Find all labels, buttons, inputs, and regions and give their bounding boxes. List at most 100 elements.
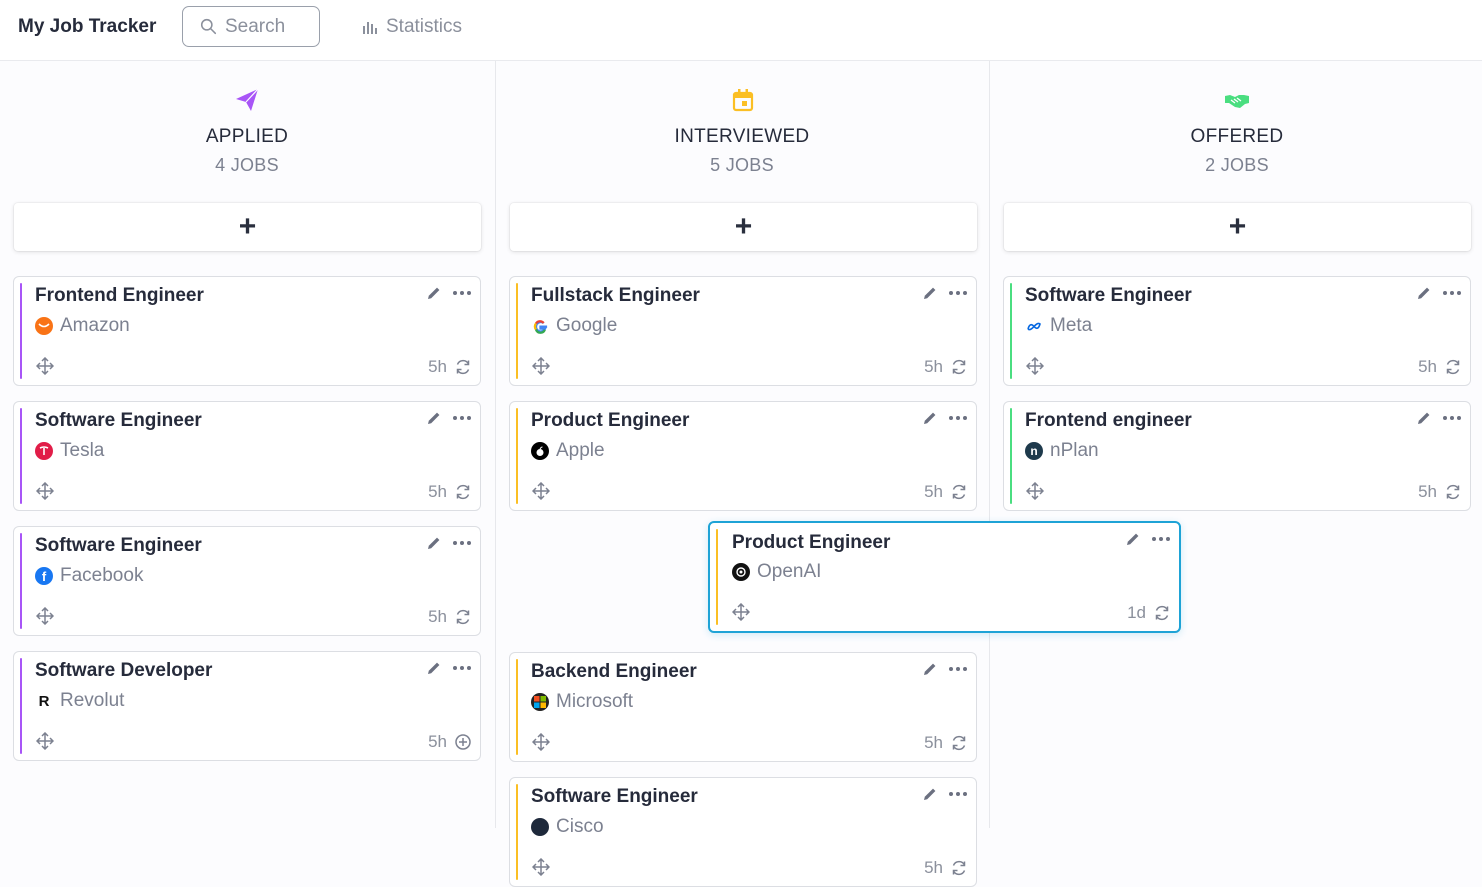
plus-circle-icon[interactable] [454,733,472,751]
drag-handle-icon[interactable] [731,602,751,622]
edit-icon[interactable] [426,285,442,301]
refresh-icon[interactable] [950,734,968,752]
add-job-button[interactable]: + [14,203,481,251]
edit-icon[interactable] [426,410,442,426]
drag-handle-icon[interactable] [35,481,55,501]
move-handle[interactable] [35,606,55,630]
card-actions [922,285,968,301]
more-options-icon[interactable] [452,540,472,546]
move-handle[interactable] [531,732,551,756]
drag-handle-icon[interactable] [35,356,55,376]
time-label: 1d [1127,603,1146,622]
move-handle[interactable] [35,481,55,505]
edit-icon[interactable] [1416,410,1432,426]
search-box[interactable] [182,6,320,47]
more-options-icon[interactable] [948,290,968,296]
move-handle[interactable] [531,857,551,881]
job-card[interactable]: Backend Engineer Microsoft 5h [509,652,977,762]
more-options-icon[interactable] [452,665,472,671]
job-card[interactable]: Frontend Engineer Amazon 5h [13,276,481,386]
move-handle[interactable] [35,356,55,380]
drag-handle-icon[interactable] [35,606,55,626]
status-bar [516,659,518,755]
job-card[interactable]: Software Developer R Revolut 5h [13,651,481,761]
add-job-button[interactable]: + [1004,203,1471,251]
time-ago: 5h [428,482,472,502]
job-title: Software Engineer [35,535,202,556]
job-card[interactable]: Software Engineer Meta 5h [1003,276,1471,386]
job-card[interactable]: Fullstack Engineer Google 5h [509,276,977,386]
move-handle[interactable] [1025,356,1045,380]
job-card[interactable]: Software Engineer Cisco 5h [509,777,977,887]
edit-icon[interactable] [1416,285,1432,301]
job-title: Software Engineer [531,786,698,807]
edit-icon[interactable] [426,660,442,676]
refresh-icon[interactable] [950,483,968,501]
edit-icon[interactable] [922,410,938,426]
more-options-icon[interactable] [948,415,968,421]
edit-icon[interactable] [1125,531,1141,547]
move-handle[interactable] [531,481,551,505]
time-label: 5h [924,733,943,752]
drag-handle-icon[interactable] [1025,481,1045,501]
move-handle[interactable] [1025,481,1045,505]
refresh-icon[interactable] [950,859,968,877]
job-card[interactable]: Software Engineer f Facebook 5h [13,526,481,636]
search-icon [200,18,217,35]
more-options-icon[interactable] [452,415,472,421]
move-handle[interactable] [731,602,751,626]
plus-icon: + [734,210,753,243]
drag-handle-icon[interactable] [1025,356,1045,376]
refresh-icon[interactable] [454,483,472,501]
card-actions [426,410,472,426]
company: Apple [531,440,605,462]
company-name: nPlan [1050,440,1099,461]
drag-handle-icon[interactable] [531,481,551,501]
refresh-icon[interactable] [454,358,472,376]
statistics-link[interactable]: Statistics [362,16,462,38]
more-options-icon[interactable] [1442,290,1462,296]
job-card-dragging[interactable]: Product Engineer OpenAI 1d [708,521,1181,633]
job-card[interactable]: Product Engineer Apple 5h [509,401,977,511]
paper-plane-icon [236,88,259,111]
refresh-icon[interactable] [1444,358,1462,376]
cisco-logo [531,818,549,836]
drag-handle-icon[interactable] [531,857,551,877]
more-options-icon[interactable] [948,791,968,797]
refresh-icon[interactable] [454,608,472,626]
card-actions [1416,410,1462,426]
refresh-icon[interactable] [950,358,968,376]
drag-handle-icon[interactable] [531,356,551,376]
status-bar [516,784,518,880]
meta-logo [1025,317,1043,335]
edit-icon[interactable] [922,661,938,677]
nplan-logo: n [1025,442,1043,460]
status-bar [1010,283,1012,379]
company-name: OpenAI [757,561,822,582]
company-name: Facebook [60,565,144,586]
more-options-icon[interactable] [1151,536,1171,542]
add-job-button[interactable]: + [510,203,977,251]
company: Meta [1025,315,1092,337]
search-input[interactable] [225,15,305,38]
drag-handle-icon[interactable] [35,731,55,751]
time-ago: 5h [1418,482,1462,502]
edit-icon[interactable] [922,285,938,301]
edit-icon[interactable] [922,786,938,802]
job-card[interactable]: Frontend engineer n nPlan 5h [1003,401,1471,511]
time-ago: 1d [1127,603,1171,623]
drag-handle-icon[interactable] [531,732,551,752]
refresh-icon[interactable] [1444,483,1462,501]
more-options-icon[interactable] [948,666,968,672]
refresh-icon[interactable] [1153,604,1171,622]
move-handle[interactable] [35,731,55,755]
move-handle[interactable] [531,356,551,380]
company: Microsoft [531,691,633,713]
more-options-icon[interactable] [1442,415,1462,421]
time-label: 5h [924,357,943,376]
job-title: Frontend engineer [1025,410,1192,431]
job-title: Software Engineer [35,410,202,431]
more-options-icon[interactable] [452,290,472,296]
job-card[interactable]: Software Engineer Tesla 5h [13,401,481,511]
edit-icon[interactable] [426,535,442,551]
